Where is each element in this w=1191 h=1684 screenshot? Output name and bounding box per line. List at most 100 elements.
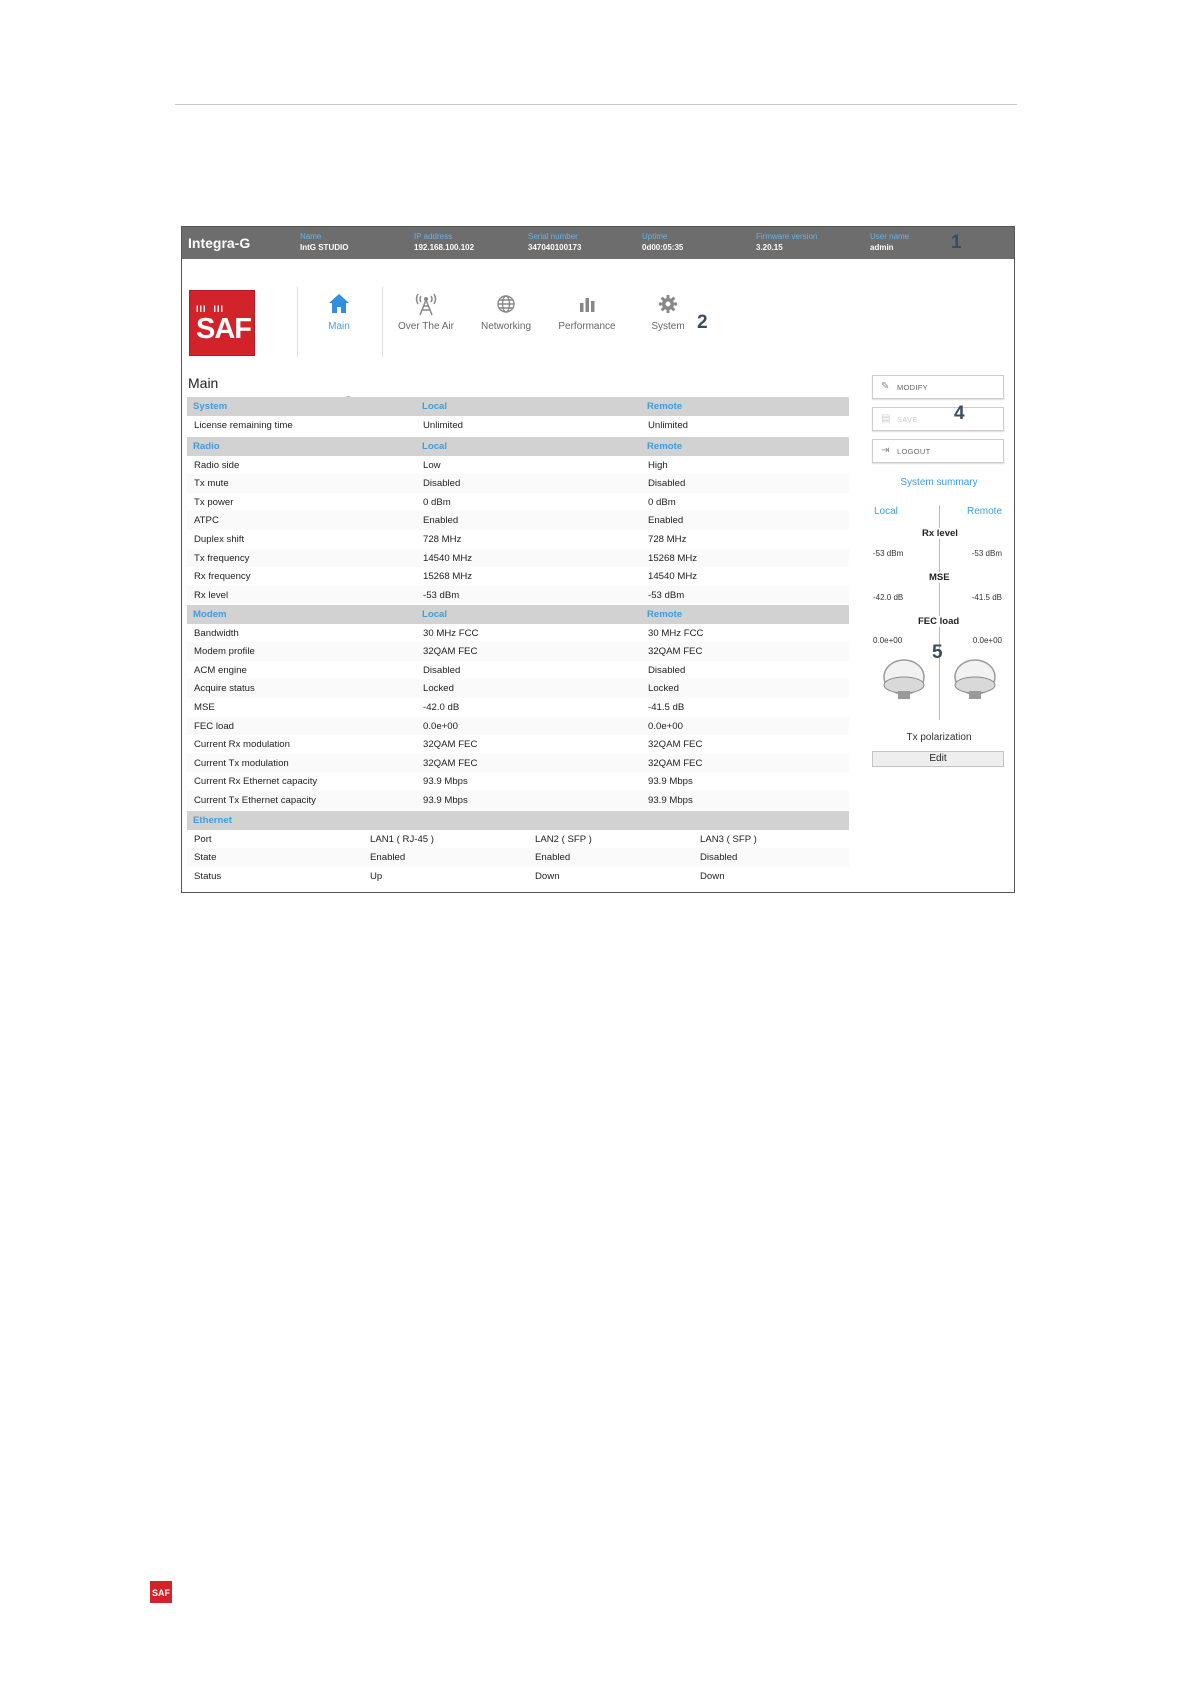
app-title: Integra-G (188, 235, 251, 251)
header-field-label: Name (300, 232, 322, 241)
table-cell: 0 dBm (648, 496, 676, 508)
table-header-cell: Radio (193, 441, 220, 452)
table-row: Tx mute Disabled Disabled (187, 474, 849, 493)
table-cell: ATPC (194, 515, 219, 527)
header-field-name: Name IntG STUDIO (300, 231, 348, 253)
table-cell: MSE (194, 701, 215, 713)
table-cell: Port (194, 833, 212, 845)
table-cell: Disabled (700, 852, 738, 864)
table-cell: LAN1 ( RJ-45 ) (370, 833, 434, 845)
table-cell: Enabled (535, 852, 571, 864)
nav-tab-over-the-air[interactable]: Over The Air (381, 291, 471, 332)
table-header-cell: Local (422, 401, 448, 412)
table-cell: Unlimited (648, 419, 688, 431)
saf-logo: III III SAF (189, 290, 255, 356)
footer-saf-logo: SAF (150, 1581, 172, 1603)
modify-button[interactable]: ✎ MODIFY (872, 375, 1004, 399)
table-cell: 30 MHz FCC (648, 627, 704, 639)
summary-fec-heading: FEC load (916, 616, 962, 627)
table-row: State Enabled Enabled Disabled (187, 848, 849, 867)
summary-local-label: Local (874, 506, 898, 517)
table-cell: Disabled (423, 664, 461, 676)
table-cell: Current Tx Ethernet capacity (194, 794, 316, 806)
table-cell: -42.0 dB (423, 701, 460, 713)
table-row: Rx frequency 15268 MHz 14540 MHz (187, 567, 849, 586)
table-cell: Down (535, 870, 560, 882)
table-cell: Disabled (423, 478, 461, 490)
top-header-bar: Integra-G Name IntG STUDIO IP address 19… (182, 227, 1014, 259)
header-field-label: User name (870, 232, 910, 241)
header-field-value: 0d00:05:35 (642, 243, 684, 252)
callout-4: 4 (954, 403, 965, 424)
summary-rx-remote: -53 dBm (971, 549, 1002, 558)
table-row: Tx frequency 14540 MHz 15268 MHz (187, 548, 849, 568)
table-cell: Current Rx Ethernet capacity (194, 776, 318, 788)
nav-tab-networking[interactable]: Networking (461, 291, 551, 332)
header-field-value: 347040100173 (528, 243, 582, 252)
modify-button-label: MODIFY (897, 383, 928, 392)
logout-button[interactable]: ⇥ LOGOUT (872, 439, 1004, 463)
nav-tab-label: Performance (558, 321, 616, 332)
header-field-ip-address: IP address 192.168.100.102 (414, 231, 474, 253)
table-cell: -41.5 dB (648, 701, 685, 713)
radio-table: Radio Local Remote Radio side Low High Tx … (187, 437, 849, 605)
summary-rx-level-heading: Rx level (920, 528, 960, 539)
table-header-cell: Ethernet (193, 815, 232, 826)
summary-rx-local: -53 dBm (873, 549, 904, 558)
nav-tab-label: Networking (480, 321, 532, 332)
table-row: License remaining time Unlimited Unlimit… (187, 416, 849, 435)
table-cell: Tx mute (194, 478, 229, 490)
summary-mse-remote: -41.5 dB (971, 593, 1002, 602)
table-cell: Low (423, 459, 441, 471)
table-cell: Duplex shift (194, 533, 245, 545)
table-header-cell: Modem (193, 609, 227, 620)
table-row: Port LAN1 ( RJ-45 ) LAN2 ( SFP ) LAN3 ( SFP… (187, 830, 849, 849)
table-cell: LAN2 ( SFP ) (535, 833, 592, 845)
system-summary-title: System summary (900, 477, 978, 488)
table-cell: Rx level (194, 589, 229, 601)
save-button[interactable]: ▤ SAVE (872, 407, 1004, 431)
summary-mse-heading: MSE (927, 572, 952, 583)
pencil-icon: ✎ (881, 381, 890, 392)
table-cell: -53 dBm (648, 589, 685, 601)
header-field-label: Serial number (528, 232, 578, 241)
nav-tab-main[interactable]: Main (294, 291, 384, 332)
table-header-cell: Remote (647, 401, 683, 412)
table-row: FEC load 0.0e+00 0.0e+00 (187, 716, 849, 736)
save-icon: ▤ (881, 413, 891, 424)
tx-polarization-label: Tx polarization (906, 732, 972, 743)
table-row: Current Tx Ethernet capacity 93.9 Mbps 93.… (187, 790, 849, 810)
home-icon (294, 291, 384, 317)
table-row: Current Rx modulation 32QAM FEC 32QAM FEC (187, 735, 849, 754)
globe-icon (461, 291, 551, 317)
table-cell: 32QAM FEC (648, 739, 703, 751)
table-cell: Radio side (194, 459, 240, 471)
table-cell: Modem profile (194, 646, 255, 658)
table-header-cell: Remote (647, 441, 683, 452)
system-table: System Local Remote License remaining ti… (187, 397, 849, 434)
table-row: Tx power 0 dBm 0 dBm (187, 493, 849, 512)
table-cell: FEC load (194, 720, 234, 732)
table-cell: Rx frequency (194, 571, 251, 583)
table-cell: 32QAM FEC (423, 739, 478, 751)
table-cell: 15268 MHz (423, 571, 473, 583)
table-cell: Disabled (648, 478, 686, 490)
table-row: Current Rx Ethernet capacity 93.9 Mbps 93.… (187, 772, 849, 791)
table-cell: Bandwidth (194, 627, 239, 639)
ethernet-table: Ethernet Port LAN1 ( RJ-45 ) LAN2 ( SFP ) L… (187, 811, 849, 885)
table-header-row: Modem Local Remote (187, 605, 849, 624)
table-cell: 14540 MHz (648, 571, 698, 583)
page-top-rule (175, 104, 1017, 105)
table-cell: 0.0e+00 (423, 720, 458, 732)
nav-tab-performance[interactable]: Performance (542, 291, 632, 332)
edit-polarization-button[interactable]: Edit (872, 751, 1004, 767)
summary-fec-local: 0.0e+00 (873, 636, 903, 645)
table-cell: 14540 MHz (423, 552, 473, 564)
table-header-cell: Local (422, 609, 448, 620)
table-cell: License remaining time (194, 419, 293, 431)
table-cell: Disabled (648, 664, 686, 676)
table-cell: Enabled (423, 515, 459, 527)
logout-button-label: LOGOUT (897, 447, 931, 456)
header-field-value: 192.168.100.102 (414, 243, 475, 252)
modem-table: Modem Local Remote Bandwidth 30 MHz FCC 30… (187, 605, 849, 810)
